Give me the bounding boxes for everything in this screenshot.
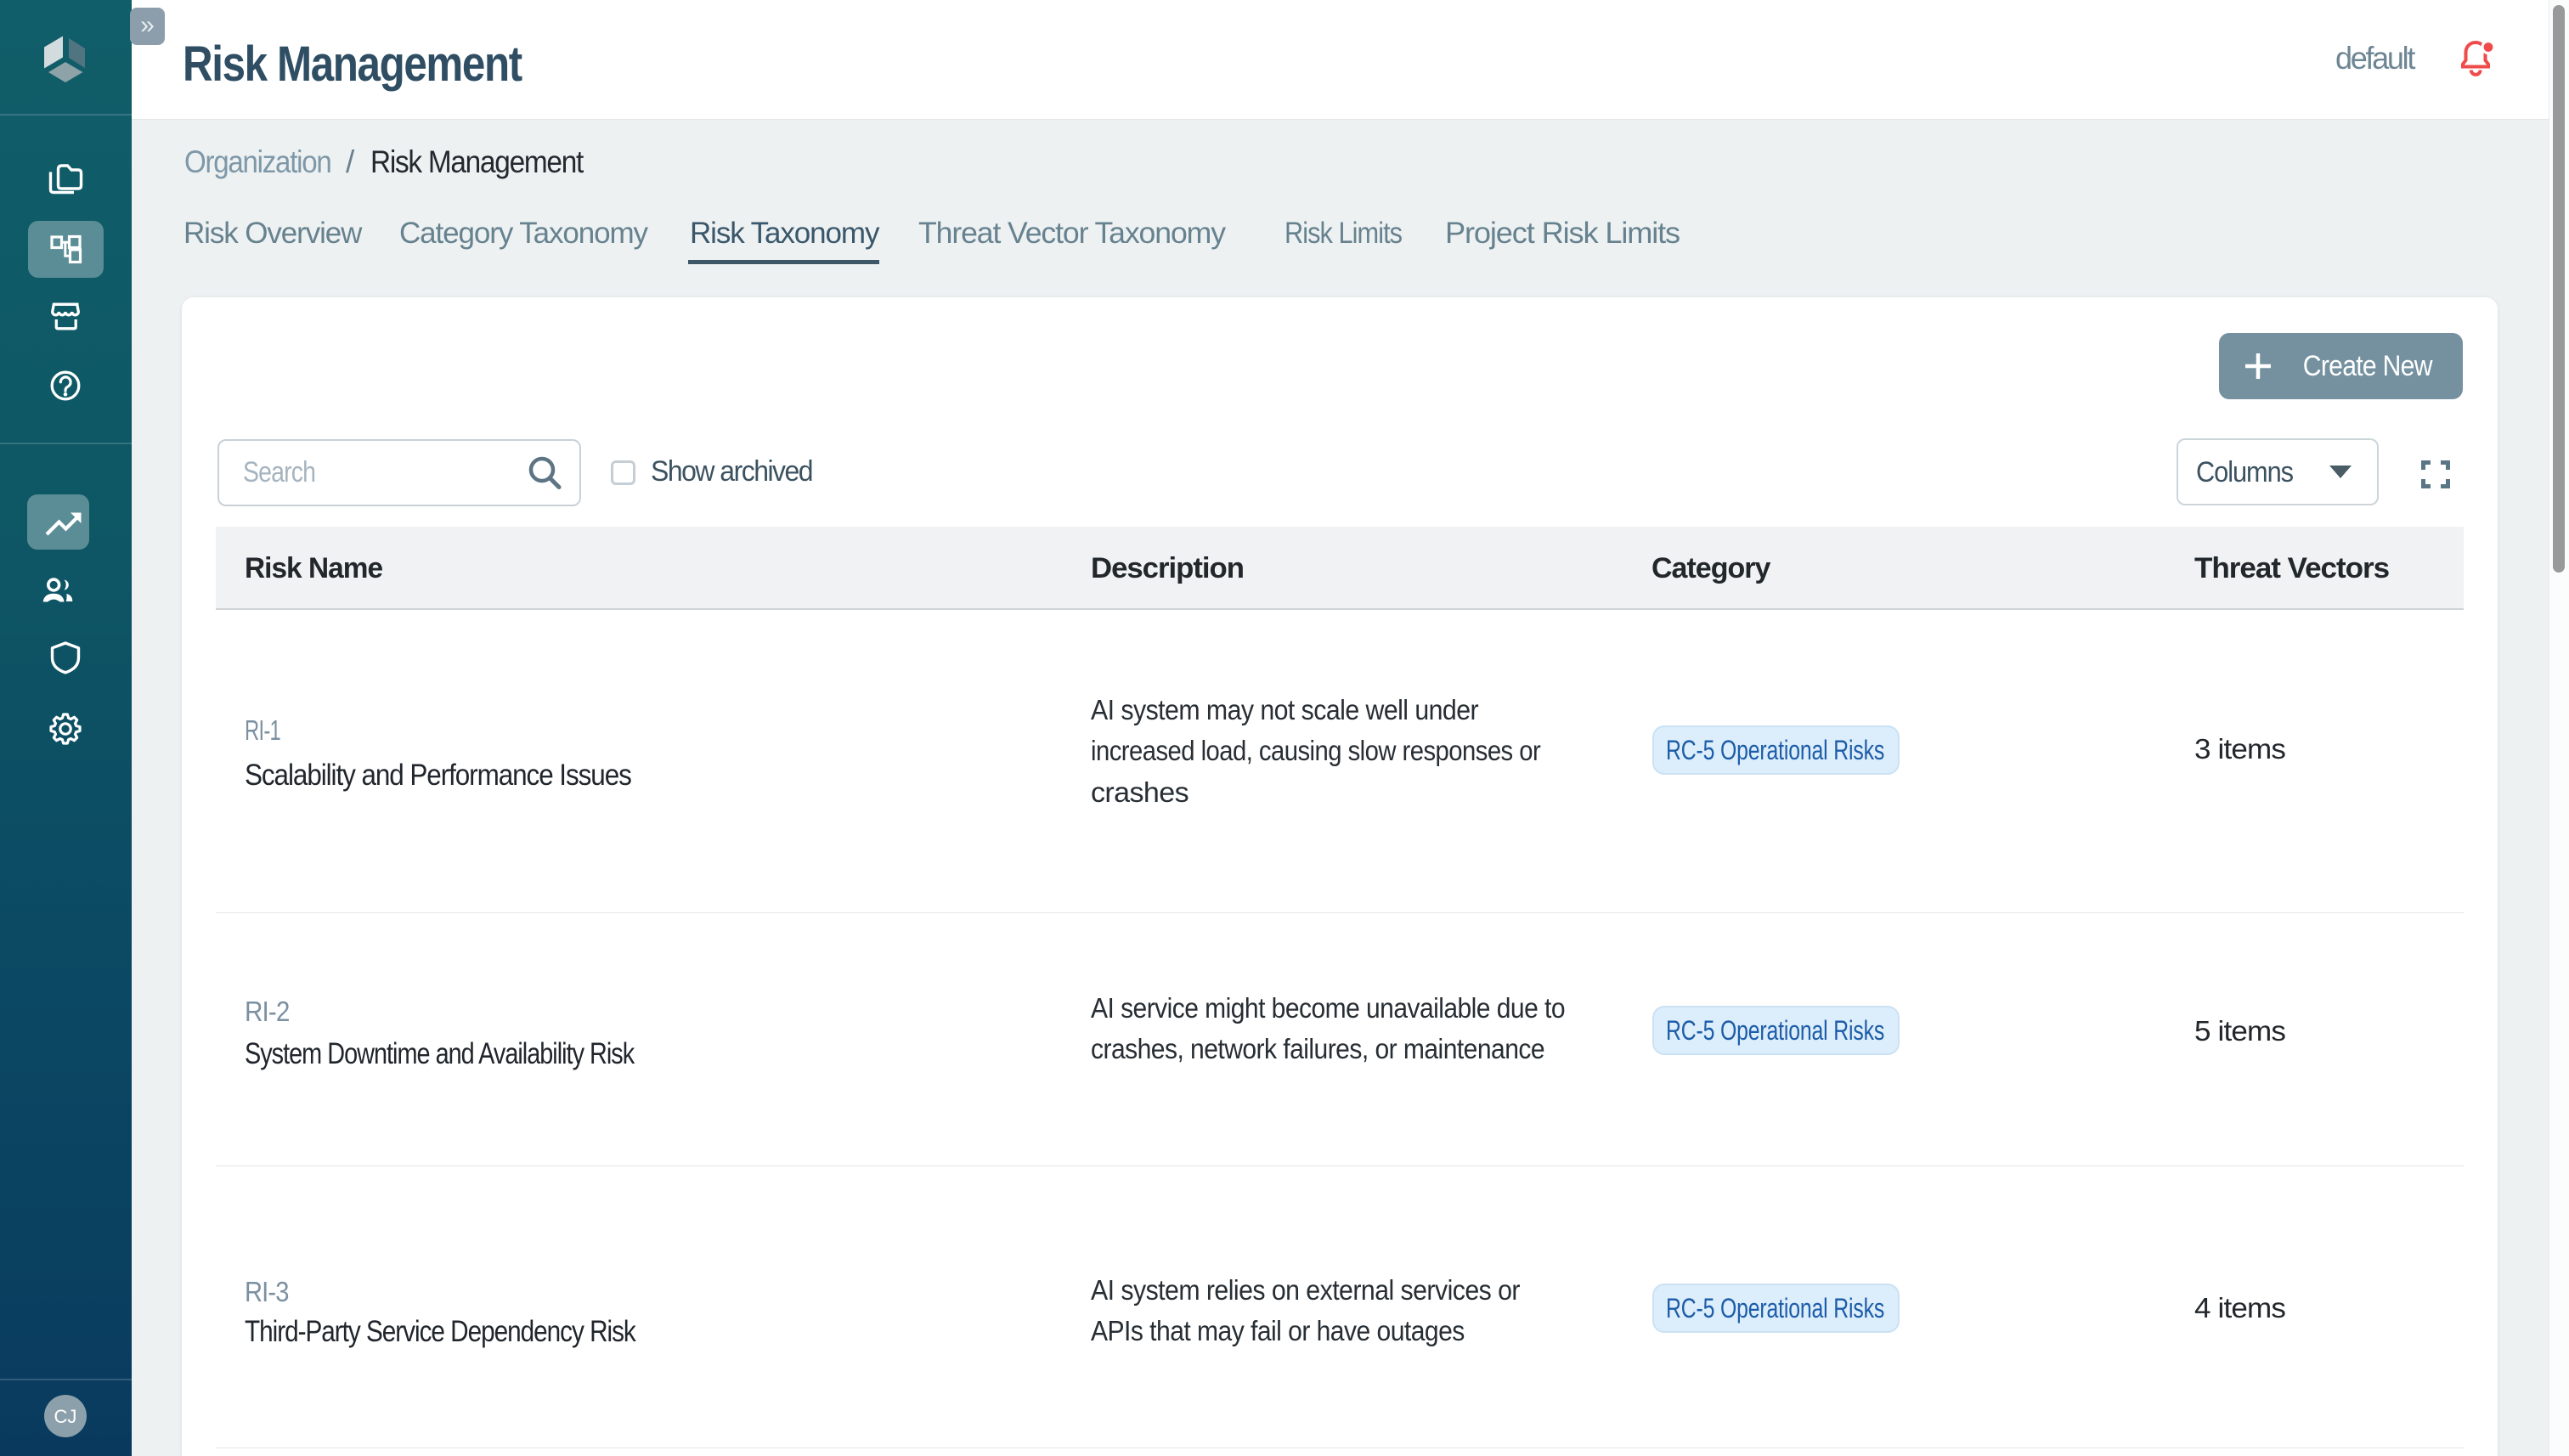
svg-text:CJ: CJ bbox=[54, 1406, 77, 1427]
